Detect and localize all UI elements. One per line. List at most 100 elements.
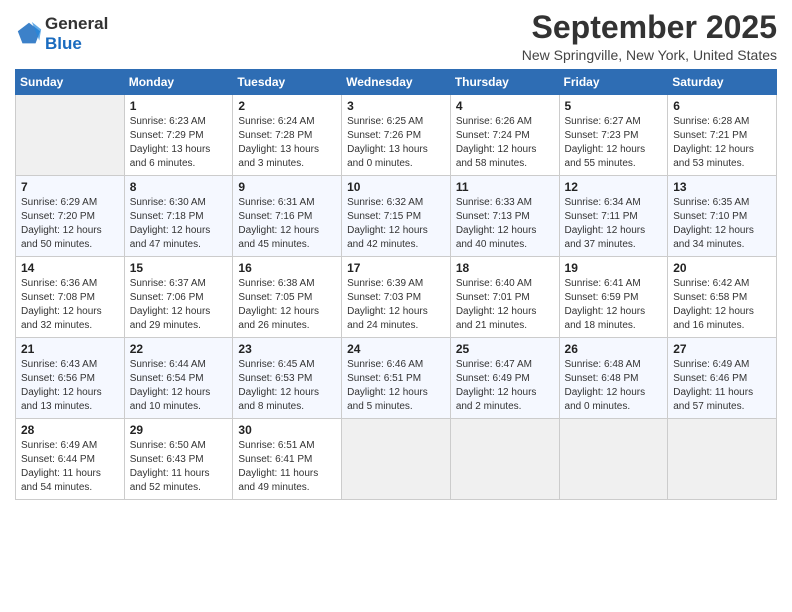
day-info: Sunrise: 6:50 AMSunset: 6:43 PMDaylight:… <box>130 439 228 495</box>
calendar-cell: 11Sunrise: 6:33 AMSunset: 7:13 PMDayligh… <box>450 176 559 257</box>
header-sunday: Sunday <box>16 70 125 95</box>
calendar-cell: 9Sunrise: 6:31 AMSunset: 7:16 PMDaylight… <box>233 176 342 257</box>
header-saturday: Saturday <box>668 70 777 95</box>
calendar-cell: 14 Sunrise: 6:36 AMSunset: 7:08 PMDayligh… <box>16 257 125 338</box>
day-info: Sunrise: 6:23 AMSunset: 7:29 PMDaylight:… <box>130 115 228 171</box>
day-number: 28 <box>21 423 119 437</box>
calendar-cell: 6 Sunrise: 6:28 AMSunset: 7:21 PMDaylight… <box>668 95 777 176</box>
calendar-cell: 2 Sunrise: 6:24 AMSunset: 7:28 PMDaylight… <box>233 95 342 176</box>
location: New Springville, New York, United States <box>522 47 777 63</box>
calendar-cell: 29 Sunrise: 6:50 AMSunset: 6:43 PMDayligh… <box>124 419 233 500</box>
calendar-header-row: SundayMondayTuesdayWednesdayThursdayFrid… <box>16 70 777 95</box>
header-friday: Friday <box>559 70 668 95</box>
day-number: 8 <box>130 180 228 194</box>
day-number: 18 <box>456 261 554 275</box>
day-number: 23 <box>238 342 336 356</box>
calendar-cell: 20 Sunrise: 6:42 AMSunset: 6:58 PMDayligh… <box>668 257 777 338</box>
day-number: 3 <box>347 99 445 113</box>
day-number: 2 <box>238 99 336 113</box>
calendar-cell: 27 Sunrise: 6:49 AMSunset: 6:46 PMDayligh… <box>668 338 777 419</box>
header-wednesday: Wednesday <box>342 70 451 95</box>
logo-line2: Blue <box>45 34 108 54</box>
day-number: 30 <box>238 423 336 437</box>
calendar-cell: 5 Sunrise: 6:27 AMSunset: 7:23 PMDaylight… <box>559 95 668 176</box>
day-info: Sunrise: 6:34 AMSunset: 7:11 PMDaylight:… <box>565 196 663 252</box>
calendar-week-row: 21 Sunrise: 6:43 AMSunset: 6:56 PMDayligh… <box>16 338 777 419</box>
day-info: Sunrise: 6:28 AMSunset: 7:21 PMDaylight:… <box>673 115 771 171</box>
calendar-week-row: 7Sunrise: 6:29 AMSunset: 7:20 PMDaylight… <box>16 176 777 257</box>
calendar-cell: 12 Sunrise: 6:34 AMSunset: 7:11 PMDayligh… <box>559 176 668 257</box>
day-info: Sunrise: 6:26 AMSunset: 7:24 PMDaylight:… <box>456 115 554 171</box>
calendar-cell <box>342 419 451 500</box>
page-header: General Blue September 2025 New Springvi… <box>15 10 777 63</box>
day-number: 15 <box>130 261 228 275</box>
header-tuesday: Tuesday <box>233 70 342 95</box>
day-number: 19 <box>565 261 663 275</box>
calendar-cell: 7Sunrise: 6:29 AMSunset: 7:20 PMDaylight… <box>16 176 125 257</box>
day-info: Sunrise: 6:41 AMSunset: 6:59 PMDaylight:… <box>565 277 663 333</box>
day-info: Sunrise: 6:30 AMSunset: 7:18 PMDaylight:… <box>130 196 228 252</box>
day-number: 7 <box>21 180 119 194</box>
day-number: 5 <box>565 99 663 113</box>
day-info: Sunrise: 6:32 AMSunset: 7:15 PMDaylight:… <box>347 196 445 252</box>
day-info: Sunrise: 6:51 AMSunset: 6:41 PMDaylight:… <box>238 439 336 495</box>
day-info: Sunrise: 6:47 AMSunset: 6:49 PMDaylight:… <box>456 358 554 414</box>
calendar-cell: 23Sunrise: 6:45 AMSunset: 6:53 PMDayligh… <box>233 338 342 419</box>
title-block: September 2025 New Springville, New York… <box>522 10 777 63</box>
calendar-week-row: 1 Sunrise: 6:23 AMSunset: 7:29 PMDaylight… <box>16 95 777 176</box>
day-number: 1 <box>130 99 228 113</box>
day-info: Sunrise: 6:40 AMSunset: 7:01 PMDaylight:… <box>456 277 554 333</box>
day-info: Sunrise: 6:43 AMSunset: 6:56 PMDaylight:… <box>21 358 119 414</box>
calendar-cell: 18 Sunrise: 6:40 AMSunset: 7:01 PMDayligh… <box>450 257 559 338</box>
day-number: 26 <box>565 342 663 356</box>
logo: General Blue <box>15 14 108 53</box>
calendar-week-row: 14 Sunrise: 6:36 AMSunset: 7:08 PMDayligh… <box>16 257 777 338</box>
day-info: Sunrise: 6:49 AMSunset: 6:44 PMDaylight:… <box>21 439 119 495</box>
calendar-cell <box>450 419 559 500</box>
day-info: Sunrise: 6:49 AMSunset: 6:46 PMDaylight:… <box>673 358 771 414</box>
day-number: 21 <box>21 342 119 356</box>
calendar-cell: 13 Sunrise: 6:35 AMSunset: 7:10 PMDayligh… <box>668 176 777 257</box>
day-number: 4 <box>456 99 554 113</box>
calendar-cell: 21 Sunrise: 6:43 AMSunset: 6:56 PMDayligh… <box>16 338 125 419</box>
day-info: Sunrise: 6:39 AMSunset: 7:03 PMDaylight:… <box>347 277 445 333</box>
calendar-cell: 3Sunrise: 6:25 AMSunset: 7:26 PMDaylight… <box>342 95 451 176</box>
day-number: 20 <box>673 261 771 275</box>
calendar-cell: 30 Sunrise: 6:51 AMSunset: 6:41 PMDayligh… <box>233 419 342 500</box>
day-info: Sunrise: 6:36 AMSunset: 7:08 PMDaylight:… <box>21 277 119 333</box>
calendar-cell: 17 Sunrise: 6:39 AMSunset: 7:03 PMDayligh… <box>342 257 451 338</box>
calendar-cell: 28 Sunrise: 6:49 AMSunset: 6:44 PMDayligh… <box>16 419 125 500</box>
calendar-cell: 22Sunrise: 6:44 AMSunset: 6:54 PMDayligh… <box>124 338 233 419</box>
calendar-cell: 1 Sunrise: 6:23 AMSunset: 7:29 PMDaylight… <box>124 95 233 176</box>
calendar-cell: 8 Sunrise: 6:30 AMSunset: 7:18 PMDaylight… <box>124 176 233 257</box>
day-number: 27 <box>673 342 771 356</box>
calendar-week-row: 28 Sunrise: 6:49 AMSunset: 6:44 PMDayligh… <box>16 419 777 500</box>
day-info: Sunrise: 6:46 AMSunset: 6:51 PMDaylight:… <box>347 358 445 414</box>
day-info: Sunrise: 6:42 AMSunset: 6:58 PMDaylight:… <box>673 277 771 333</box>
logo-icon <box>15 20 43 48</box>
day-number: 17 <box>347 261 445 275</box>
day-number: 22 <box>130 342 228 356</box>
calendar-cell: 24 Sunrise: 6:46 AMSunset: 6:51 PMDayligh… <box>342 338 451 419</box>
day-info: Sunrise: 6:48 AMSunset: 6:48 PMDaylight:… <box>565 358 663 414</box>
day-number: 12 <box>565 180 663 194</box>
calendar-cell <box>559 419 668 500</box>
day-number: 14 <box>21 261 119 275</box>
day-info: Sunrise: 6:35 AMSunset: 7:10 PMDaylight:… <box>673 196 771 252</box>
day-info: Sunrise: 6:27 AMSunset: 7:23 PMDaylight:… <box>565 115 663 171</box>
calendar-cell <box>16 95 125 176</box>
day-info: Sunrise: 6:24 AMSunset: 7:28 PMDaylight:… <box>238 115 336 171</box>
calendar-cell: 16Sunrise: 6:38 AMSunset: 7:05 PMDayligh… <box>233 257 342 338</box>
day-number: 29 <box>130 423 228 437</box>
day-number: 24 <box>347 342 445 356</box>
calendar-table: SundayMondayTuesdayWednesdayThursdayFrid… <box>15 69 777 500</box>
calendar-cell: 19 Sunrise: 6:41 AMSunset: 6:59 PMDayligh… <box>559 257 668 338</box>
calendar-cell: 25Sunrise: 6:47 AMSunset: 6:49 PMDayligh… <box>450 338 559 419</box>
calendar-cell: 10 Sunrise: 6:32 AMSunset: 7:15 PMDayligh… <box>342 176 451 257</box>
day-number: 6 <box>673 99 771 113</box>
day-number: 9 <box>238 180 336 194</box>
day-number: 13 <box>673 180 771 194</box>
day-number: 10 <box>347 180 445 194</box>
day-number: 11 <box>456 180 554 194</box>
calendar-cell <box>668 419 777 500</box>
